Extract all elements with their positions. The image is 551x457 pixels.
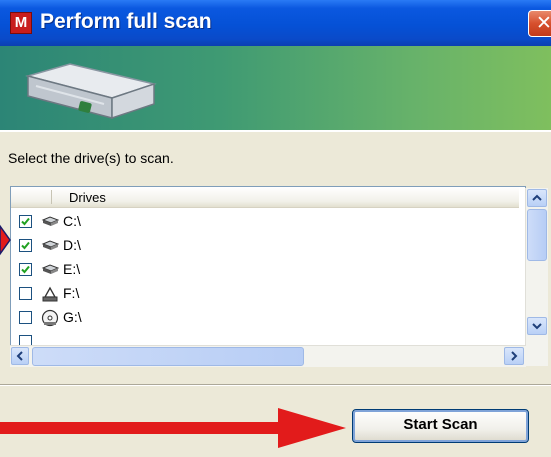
hard-drive-icon (41, 264, 59, 274)
drive-row-g[interactable]: G:\ (11, 307, 519, 331)
chevron-left-icon (16, 351, 23, 361)
start-scan-button[interactable]: Start Scan (352, 409, 529, 443)
scroll-down-button[interactable] (527, 317, 547, 335)
drives-header-label: Drives (69, 190, 106, 205)
horizontal-scrollbar[interactable] (10, 345, 526, 367)
horizontal-scroll-thumb[interactable] (32, 347, 304, 366)
chevron-right-icon (511, 351, 518, 361)
chevron-up-icon (532, 194, 542, 201)
drive-label-e: E:\ (63, 261, 81, 277)
drive-row-f[interactable]: F:\ (11, 283, 519, 307)
drives-column-header[interactable]: Drives (11, 187, 519, 208)
drive-label-f: F:\ (63, 285, 80, 301)
vertical-scroll-thumb[interactable] (527, 209, 547, 261)
title-bar[interactable]: M Perform full scan ✕ (0, 0, 551, 46)
vertical-scrollbar[interactable] (525, 188, 548, 366)
drive-label-c: C:\ (63, 213, 81, 229)
annotation-arrow-icon (0, 224, 11, 256)
drive-label-d: D:\ (63, 237, 81, 253)
scroll-left-button[interactable] (11, 347, 29, 365)
close-icon: ✕ (536, 12, 551, 34)
cd-drive-icon (41, 309, 59, 327)
header-divider (51, 190, 52, 204)
close-button[interactable]: ✕ (528, 10, 551, 37)
drive-row-d[interactable]: D:\ (11, 235, 519, 259)
drive-label-g: G:\ (63, 309, 82, 325)
scroll-right-button[interactable] (504, 347, 524, 365)
removable-drive-icon (42, 286, 58, 302)
drive-checkbox-g[interactable] (19, 311, 32, 324)
app-logo-icon: M (10, 12, 32, 34)
drive-checkbox-f[interactable] (19, 287, 32, 300)
drive-row-e[interactable]: E:\ (11, 259, 519, 283)
drive-checkbox-c[interactable] (19, 215, 32, 228)
drive-checkbox-d[interactable] (19, 239, 32, 252)
checkmark-icon (21, 241, 30, 250)
hard-drive-illustration-icon (25, 63, 157, 120)
annotation-arrow-pointer-icon (0, 408, 346, 448)
drives-list[interactable]: Drives C:\ D:\ E:\ F:\ G:\ (10, 186, 526, 366)
window-title: Perform full scan (40, 10, 212, 33)
hard-drive-icon (41, 240, 59, 250)
drive-row-c[interactable]: C:\ (11, 211, 519, 235)
drive-checkbox-e[interactable] (19, 263, 32, 276)
checkmark-icon (21, 217, 30, 226)
scroll-up-button[interactable] (527, 189, 547, 207)
instruction-text: Select the drive(s) to scan. (8, 150, 174, 166)
hard-drive-icon (41, 216, 59, 226)
banner-divider (0, 130, 551, 132)
checkmark-icon (21, 265, 30, 274)
chevron-down-icon (532, 323, 542, 330)
